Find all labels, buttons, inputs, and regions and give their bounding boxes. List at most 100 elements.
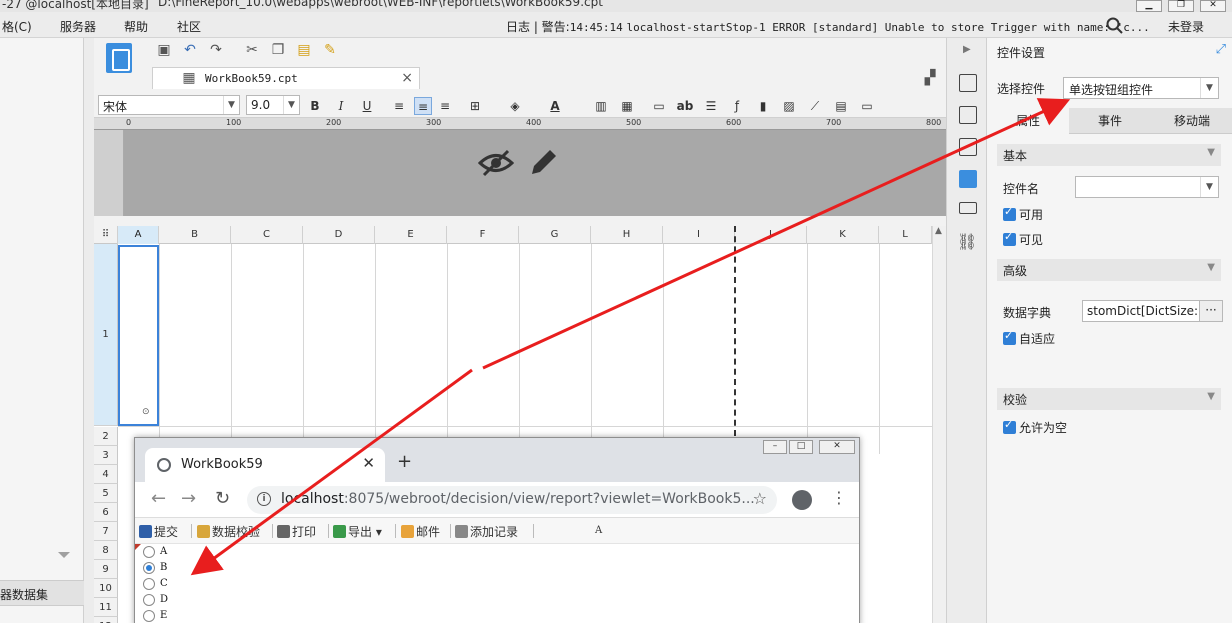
widget-settings-icon[interactable]	[959, 170, 977, 188]
section-validation[interactable]: 校验 ▼	[997, 388, 1221, 410]
autofit-checkbox[interactable]	[1003, 329, 1016, 345]
eye-hidden-icon[interactable]	[478, 148, 514, 178]
column-header-b[interactable]: B	[159, 226, 231, 244]
tab-mobile[interactable]: 移动端	[1151, 108, 1232, 134]
forward-arrow-icon[interactable]: →	[181, 488, 196, 509]
log-message[interactable]: 日志 | 警告:14:45:14 localhost-startStop-1 E…	[506, 18, 1150, 35]
server-dataset-tab[interactable]: 器数据集	[0, 580, 84, 606]
radio-option-e[interactable]	[143, 610, 155, 622]
fill-color-icon[interactable]: ◈	[506, 97, 524, 115]
allow-empty-checkbox[interactable]	[1003, 418, 1016, 434]
minimize-button[interactable]: ▁	[1136, 0, 1162, 12]
tab-events[interactable]: 事件	[1069, 108, 1151, 134]
address-bar[interactable]: i localhost:8075/webroot/decision/view/r…	[247, 486, 777, 514]
align-center-icon[interactable]: ≡	[414, 97, 432, 115]
maximize-button[interactable]: ❐	[1168, 0, 1194, 12]
row-header-12[interactable]: 12	[94, 617, 118, 623]
row-header-3[interactable]: 3	[94, 446, 118, 465]
visible-checkbox[interactable]	[1003, 230, 1016, 246]
menu-item-community[interactable]: 社区	[177, 18, 201, 35]
collapse-triangle-icon[interactable]	[58, 552, 70, 558]
back-arrow-icon[interactable]: ←	[151, 488, 166, 509]
section-advanced[interactable]: 高级 ▼	[997, 259, 1221, 281]
doc-tab-workbook59[interactable]: ▦ WorkBook59.cpt ×	[152, 67, 420, 89]
expand-arrow-icon[interactable]: ▶	[963, 44, 971, 55]
row-header-5[interactable]: 5	[94, 484, 118, 503]
font-color-icon[interactable]: A	[546, 97, 564, 115]
radio-option-b[interactable]	[143, 562, 155, 574]
undo-icon[interactable]: ↶	[182, 42, 198, 58]
browser-tab-close-icon[interactable]: ✕	[362, 454, 375, 472]
data-dictionary-edit-button[interactable]: ···	[1199, 300, 1223, 322]
cut-icon[interactable]: ✂	[244, 42, 260, 58]
paste-icon[interactable]: ▤	[296, 42, 312, 58]
menu-item-server[interactable]: 服务器	[60, 18, 96, 35]
text-icon[interactable]: ab	[676, 97, 694, 115]
browser-maximize-button[interactable]: □	[789, 440, 813, 454]
row-header-6[interactable]: 6	[94, 503, 118, 522]
bold-button[interactable]: B	[306, 97, 324, 115]
select-all-corner[interactable]: ⠿	[94, 226, 118, 244]
column-header-f[interactable]: F	[447, 226, 519, 244]
copy-icon[interactable]: ❐	[270, 42, 286, 58]
column-header-j[interactable]: J	[735, 226, 807, 244]
menu-item-help[interactable]: 帮助	[124, 18, 148, 35]
font-name-combo[interactable]: 宋体 ▼	[98, 95, 240, 115]
chart-icon[interactable]: ▮	[754, 97, 772, 115]
bookmark-star-icon[interactable]: ☆	[753, 489, 767, 508]
slash-icon[interactable]: ⟋	[806, 97, 824, 115]
radio-option-a[interactable]	[143, 546, 155, 558]
account-avatar-icon[interactable]	[792, 490, 812, 510]
row-header-4[interactable]: 4	[94, 465, 118, 484]
more-insert-icon[interactable]: ▭	[858, 97, 876, 115]
data-dictionary-field[interactable]: stomDict[DictSize:5]	[1082, 300, 1200, 322]
image-icon[interactable]: ▨	[780, 97, 798, 115]
column-header-c[interactable]: C	[231, 226, 303, 244]
rich-text-icon[interactable]: ☰	[702, 97, 720, 115]
cell-attributes-icon[interactable]	[959, 74, 977, 92]
insert-widget-icon[interactable]: ▭	[650, 97, 668, 115]
add-record-button[interactable]: 添加记录	[455, 523, 518, 540]
column-header-d[interactable]: D	[303, 226, 375, 244]
redo-icon[interactable]: ↷	[208, 42, 224, 58]
border-icon[interactable]: ⊞	[466, 97, 484, 115]
column-header-h[interactable]: H	[591, 226, 663, 244]
close-window-button[interactable]: ✕	[1200, 0, 1226, 12]
doc-tab-close-icon[interactable]: ×	[401, 70, 413, 86]
align-left-icon[interactable]: ≡	[390, 97, 408, 115]
split-cells-icon[interactable]: ▦	[618, 97, 636, 115]
submit-button[interactable]: 提交	[139, 523, 178, 540]
reload-icon[interactable]: ↻	[215, 488, 230, 509]
font-size-combo[interactable]: 9.0 ▼	[246, 95, 300, 115]
align-right-icon[interactable]: ≡	[436, 97, 454, 115]
data-column-icon[interactable]	[959, 202, 977, 214]
row-header-8[interactable]: 8	[94, 541, 118, 560]
row-header-7[interactable]: 7	[94, 522, 118, 541]
hyperlink-icon[interactable]: ⛓	[957, 232, 977, 251]
radio-option-c[interactable]	[143, 578, 155, 590]
column-header-l[interactable]: L	[879, 226, 932, 244]
row-header-1[interactable]: 1	[94, 244, 118, 426]
widget-type-combo[interactable]: 单选按钮组控件 ▼	[1063, 77, 1219, 99]
export-button[interactable]: 导出 ▾	[333, 523, 382, 540]
radio-option-d[interactable]	[143, 594, 155, 606]
formula-icon[interactable]: ƒ	[728, 97, 746, 115]
widget-name-field[interactable]: ▼	[1075, 176, 1219, 198]
tab-attributes[interactable]: 属性	[987, 108, 1069, 134]
column-header-e[interactable]: E	[375, 226, 447, 244]
browser-tab-workbook59[interactable]: WorkBook59 ✕	[145, 448, 385, 482]
save-icon[interactable]: ▣	[156, 42, 172, 58]
cell-element-icon[interactable]	[959, 106, 977, 124]
app-logo-icon[interactable]	[106, 43, 132, 73]
row-header-10[interactable]: 10	[94, 579, 118, 598]
condition-attributes-icon[interactable]	[959, 138, 977, 156]
browser-menu-icon[interactable]: ⋮	[831, 488, 847, 507]
italic-button[interactable]: I	[332, 97, 350, 115]
tab-menu-icon[interactable]: ▞	[922, 70, 938, 86]
section-basic[interactable]: 基本 ▼	[997, 144, 1221, 166]
column-header-a[interactable]: A	[118, 226, 159, 244]
login-link[interactable]: 未登录	[1168, 18, 1204, 35]
print-button[interactable]: 打印	[277, 523, 316, 540]
pencil-icon[interactable]	[528, 146, 560, 178]
pin-icon[interactable]: ⤢	[1216, 42, 1226, 57]
